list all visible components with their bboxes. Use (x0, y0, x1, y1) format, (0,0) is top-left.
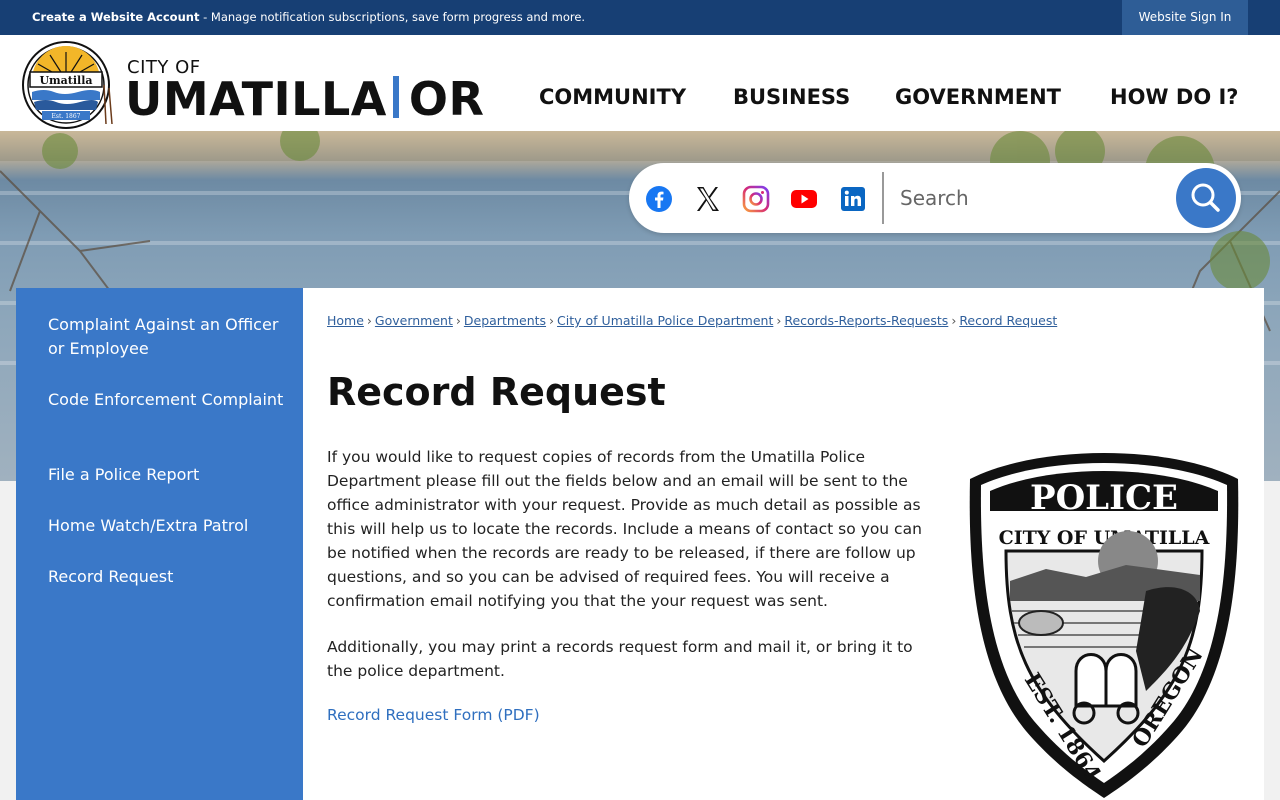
breadcrumb-government[interactable]: Government (375, 313, 453, 328)
nav-community[interactable]: COMMUNITY (539, 85, 686, 109)
city-name-logo[interactable]: UMATILLA OR (125, 73, 484, 125)
breadcrumb-home[interactable]: Home (327, 313, 364, 328)
website-sign-in-button[interactable]: Website Sign In (1122, 0, 1248, 35)
nav-business[interactable]: BUSINESS (733, 85, 850, 109)
sidebar-item-home-watch[interactable]: Home Watch/Extra Patrol (48, 514, 288, 538)
page-title: Record Request (327, 370, 666, 414)
linkedin-icon[interactable] (839, 185, 867, 213)
breadcrumb-departments[interactable]: Departments (464, 313, 546, 328)
logo-divider (392, 76, 399, 118)
record-request-pdf-link[interactable]: Record Request Form (PDF) (327, 706, 540, 724)
police-badge-image: POLICE CITY OF UMATILLA EST. 1864 OREGON (969, 453, 1239, 798)
facebook-icon[interactable] (645, 185, 673, 213)
state-name: OR (408, 72, 485, 126)
main-content: Home › Government › Departments › City of Umat… (303, 288, 1264, 800)
top-bar: Create a Website Account - Manage notifi… (0, 0, 1280, 35)
sidebar-item-record-request[interactable]: Record Request (48, 565, 288, 589)
breadcrumb-record-request[interactable]: Record Request (959, 313, 1057, 328)
nav-government[interactable]: GOVERNMENT (895, 85, 1061, 109)
breadcrumb: Home › Government › Departments › City of Umat… (327, 313, 1058, 328)
nav-how-do-i[interactable]: HOW DO I? (1110, 85, 1239, 109)
breadcrumb-records[interactable]: Records-Reports-Requests (784, 313, 948, 328)
site-header: Umatilla Est. 1867 CITY OF UMATILLA OR CO… (0, 35, 1280, 131)
youtube-icon[interactable] (790, 185, 818, 213)
search-button[interactable] (1176, 168, 1236, 228)
search-icon (1191, 183, 1220, 212)
sidebar-nav: Complaint Against an Officer or Employee… (16, 288, 303, 800)
intro-paragraph: If you would like to request copies of r… (327, 448, 922, 610)
sidebar-item-code-enforcement[interactable]: Code Enforcement Complaint (48, 388, 288, 412)
instagram-icon[interactable] (742, 185, 770, 213)
create-account-link[interactable]: Create a Website Account (32, 10, 199, 24)
city-seal-logo[interactable]: Umatilla Est. 1867 (20, 40, 118, 130)
topbar-tagline: - Manage notification subscriptions, sav… (199, 10, 586, 24)
svg-text:Est. 1867: Est. 1867 (52, 113, 81, 120)
search-input[interactable] (900, 180, 1170, 216)
print-form-paragraph: Additionally, you may print a records re… (327, 638, 913, 680)
search-divider (882, 172, 884, 224)
city-name: UMATILLA (125, 72, 387, 126)
sidebar-item-police-report[interactable]: File a Police Report (48, 463, 288, 487)
x-icon[interactable] (694, 185, 722, 213)
topbar-message: Create a Website Account - Manage notifi… (32, 10, 585, 24)
sidebar-item-complaint-officer[interactable]: Complaint Against an Officer or Employee (48, 313, 288, 361)
breadcrumb-police-department[interactable]: City of Umatilla Police Department (557, 313, 773, 328)
svg-text:Umatilla: Umatilla (39, 74, 92, 87)
svg-text:POLICE: POLICE (1030, 478, 1178, 518)
